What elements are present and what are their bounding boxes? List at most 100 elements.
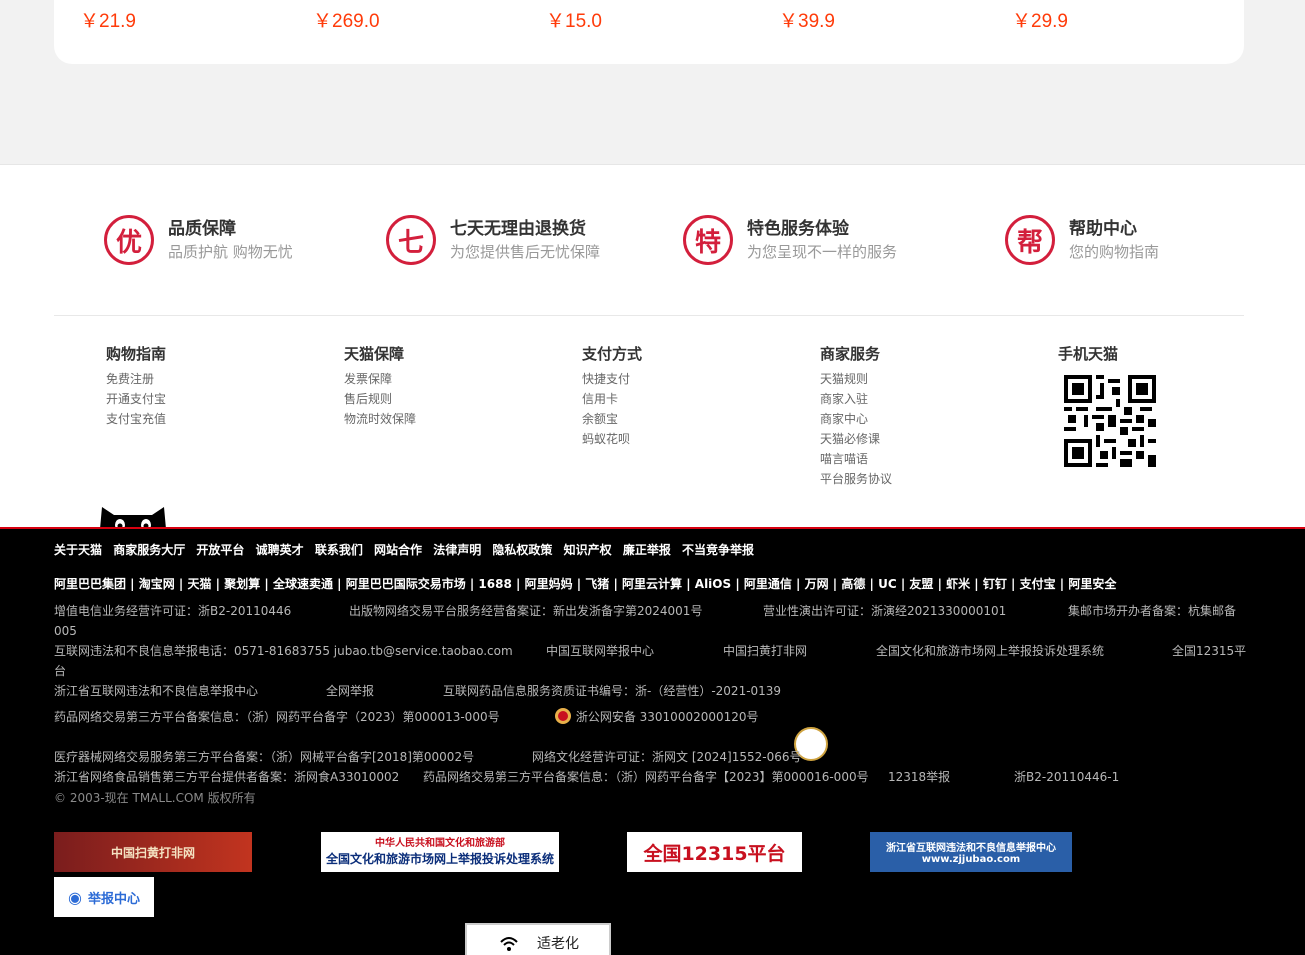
- column-link[interactable]: 喵言喵语: [820, 449, 892, 469]
- footer-link-about[interactable]: 关于天猫: [54, 543, 102, 557]
- group-links[interactable]: 阿里巴巴集团 | 淘宝网 | 天猫 | 聚划算 | 全球速卖通 | 阿里巴巴国际…: [54, 575, 1116, 592]
- service-subtitle: 您的购物指南: [1069, 243, 1160, 261]
- footer-link-privacy[interactable]: 隐私权政策: [492, 543, 552, 557]
- badge-culture-tourism[interactable]: 中华人民共和国文化和旅游部 全国文化和旅游市场网上举报投诉处理系统: [321, 832, 559, 872]
- report-link[interactable]: 全网举报: [326, 681, 374, 701]
- footer-link-contact[interactable]: 联系我们: [315, 543, 363, 557]
- column-link[interactable]: 支付宝充值: [106, 409, 166, 429]
- report-link[interactable]: 台: [54, 661, 66, 681]
- license-text: 药品网络交易第三方平台备案信息：（浙）网药平台备字【2023】第000016-0…: [423, 770, 869, 784]
- column-link[interactable]: 免费注册: [106, 369, 166, 389]
- footer-service-area: 优 品质保障 品质护航 购物无忧 七 七天无理由退换货 为您提供售后无忧保障 特…: [0, 164, 1305, 529]
- price-label[interactable]: ￥39.9: [779, 6, 835, 33]
- column-link[interactable]: 蚂蚁花呗: [582, 429, 642, 449]
- police-record-text[interactable]: 浙公网安备 33010002000120号: [576, 710, 759, 724]
- price-label[interactable]: ￥29.9: [1012, 6, 1068, 33]
- service-subtitle: 品质护航 购物无忧: [168, 243, 293, 261]
- column-link[interactable]: 物流时效保障: [344, 409, 416, 429]
- badge-label: 举报中心: [87, 891, 140, 907]
- column-payment: 支付方式 快捷支付 信用卡 余额宝 蚂蚁花呗: [582, 343, 642, 449]
- column-link[interactable]: 发票保障: [344, 369, 416, 389]
- product-price-strip: ￥21.9 ￥269.0 ￥15.0 ￥39.9 ￥29.9: [54, 0, 1244, 64]
- badge-report-center[interactable]: ◉ 举报中心: [54, 877, 154, 917]
- footer-link-careers[interactable]: 诚聘英才: [256, 543, 304, 557]
- report-link[interactable]: 中国扫黄打非网: [723, 641, 807, 661]
- report-link[interactable]: 全国12315平: [1172, 641, 1246, 661]
- service-title: 七天无理由退换货: [450, 219, 586, 239]
- help-icon: 帮: [1005, 215, 1055, 265]
- report-link[interactable]: 全国文化和旅游市场网上举报投诉处理系统: [876, 641, 1104, 661]
- license-text: 出版物网络交易平台服务经营备案证：新出发浙备字第2024001号: [349, 604, 703, 618]
- column-link[interactable]: 快捷支付: [582, 369, 642, 389]
- footer-link-legal[interactable]: 法律声明: [433, 543, 481, 557]
- footer-link-open-platform[interactable]: 开放平台: [196, 543, 244, 557]
- service-title: 帮助中心: [1069, 219, 1137, 239]
- police-badge[interactable]: 浙公网安备 33010002000120号: [554, 707, 759, 727]
- footer-link-unfair-competition[interactable]: 不当竞争举报: [682, 543, 754, 557]
- badge-label: 全国文化和旅游市场网上举报投诉处理系统: [325, 852, 554, 866]
- column-link[interactable]: 平台服务协议: [820, 469, 892, 489]
- report-icon: ◉: [68, 887, 82, 907]
- qr-code-icon[interactable]: [1064, 375, 1156, 467]
- column-link[interactable]: 售后规则: [344, 389, 416, 409]
- footer-link-integrity[interactable]: 廉正举报: [623, 543, 671, 557]
- license-text: 浙江省网络食品销售第三方平台提供者备案：浙网食A33010002: [54, 770, 400, 784]
- column-title: 购物指南: [106, 345, 167, 363]
- special-icon: 特: [683, 215, 733, 265]
- service-seven-day-return[interactable]: 七 七天无理由退换货 为您提供售后无忧保障: [386, 215, 600, 265]
- service-subtitle: 为您呈现不一样的服务: [747, 243, 898, 261]
- badge-zjjubao[interactable]: 浙江省互联网违法和不良信息举报中心 www.zjjubao.com: [870, 832, 1072, 872]
- quality-icon: 优: [104, 215, 154, 265]
- column-link[interactable]: 信用卡: [582, 389, 642, 409]
- footer-legal-area: 关于天猫 商家服务大厅 开放平台 诚聘英才 联系我们 网站合作 法律声明 隐私权…: [0, 527, 1305, 955]
- badge-label: 全国12315平台: [643, 842, 786, 865]
- license-text: 增值电信业务经营许可证：浙B2-20110446: [54, 604, 292, 618]
- report-link[interactable]: 浙江省互联网违法和不良信息举报中心: [54, 681, 258, 701]
- elder-mode-icon: [500, 937, 518, 951]
- badge-12315[interactable]: 全国12315平台: [627, 832, 802, 872]
- column-link[interactable]: 余额宝: [582, 409, 642, 429]
- license-text: 互联网药品信息服务资质证书编号：浙-（经营性）-2021-0139: [443, 684, 782, 698]
- column-link[interactable]: 天猫必修课: [820, 429, 892, 449]
- column-link[interactable]: 天猫规则: [820, 369, 892, 389]
- badge-anti-porn[interactable]: 中国扫黄打非网: [54, 832, 252, 872]
- report-phone-text[interactable]: 互联网违法和不良信息举报电话：0571-81683755 jubao.tb@se…: [54, 641, 513, 661]
- column-link[interactable]: 商家中心: [820, 409, 892, 429]
- license-text: 005: [54, 624, 77, 638]
- report-link[interactable]: 12318举报: [888, 767, 950, 787]
- service-title: 品质保障: [168, 219, 236, 239]
- column-title: 天猫保障: [344, 345, 405, 363]
- price-label[interactable]: ￥15.0: [546, 6, 602, 33]
- column-mobile-tmall: 手机天猫: [1058, 343, 1118, 369]
- license-text: 药品网络交易第三方平台备案信息：（浙）网药平台备字（2023）第000013-0…: [54, 710, 500, 724]
- service-help-center[interactable]: 帮 帮助中心 您的购物指南: [1005, 215, 1159, 265]
- badge-label: 中国扫黄打非网: [110, 845, 195, 860]
- elder-mode-button[interactable]: 适老化: [465, 923, 611, 955]
- column-title: 手机天猫: [1058, 345, 1119, 363]
- seven-day-icon: 七: [386, 215, 436, 265]
- copyright: © 2003-现在 TMALL.COM 版权所有: [54, 791, 256, 805]
- service-quality[interactable]: 优 品质保障 品质护航 购物无忧: [104, 215, 293, 265]
- column-tmall-guarantee: 天猫保障 发票保障 售后规则 物流时效保障: [344, 343, 416, 429]
- footer-link-cooperation[interactable]: 网站合作: [374, 543, 422, 557]
- footer-nav: 关于天猫 商家服务大厅 开放平台 诚聘英才 联系我们 网站合作 法律声明 隐私权…: [54, 541, 761, 558]
- price-label[interactable]: ￥21.9: [80, 6, 136, 33]
- badge-label: 浙江省互联网违法和不良信息举报中心: [886, 843, 1056, 854]
- column-shopping-guide: 购物指南 免费注册 开通支付宝 支付宝充值: [106, 343, 166, 429]
- divider: [54, 315, 1244, 316]
- column-title: 商家服务: [820, 345, 881, 363]
- footer-link-merchant-hall[interactable]: 商家服务大厅: [113, 543, 185, 557]
- footer-link-ip[interactable]: 知识产权: [564, 543, 612, 557]
- license-text: 集邮市场开办者备案：杭集邮备: [1068, 604, 1237, 618]
- price-label[interactable]: ￥269.0: [313, 6, 380, 33]
- column-title: 支付方式: [582, 345, 643, 363]
- badge-label: 中华人民共和国文化和旅游部: [375, 838, 505, 849]
- service-special[interactable]: 特 特色服务体验 为您呈现不一样的服务: [683, 215, 897, 265]
- report-link[interactable]: 中国互联网举报中心: [546, 641, 654, 661]
- column-link[interactable]: 开通支付宝: [106, 389, 166, 409]
- tmall-cat-icon: [100, 507, 166, 529]
- license-text: 医疗器械网络交易服务第三方平台备案：（浙）网械平台备字[2018]第00002号: [54, 750, 475, 764]
- police-emblem-icon: [555, 708, 571, 724]
- column-link[interactable]: 商家入驻: [820, 389, 892, 409]
- column-merchant-services: 商家服务 天猫规则 商家入驻 商家中心 天猫必修课 喵言喵语 平台服务协议: [820, 343, 892, 489]
